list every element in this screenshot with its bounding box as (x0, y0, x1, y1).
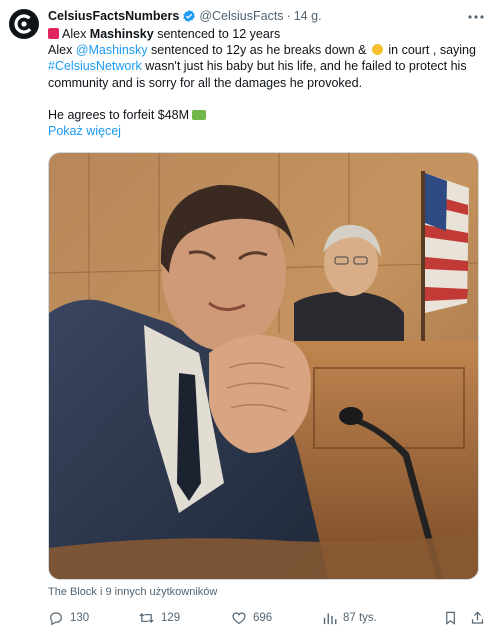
tweet-paragraph-2: He agrees to forfeit $48M (48, 107, 485, 123)
verified-badge-icon (183, 9, 196, 23)
tweet-card[interactable]: CelsiusFactsNumbers @CelsiusFacts · 14 g… (0, 0, 499, 635)
repost-icon (139, 613, 154, 623)
tweet-actions-bar: 130 129 696 87 tys. (48, 608, 485, 628)
views-count: 87 tys. (343, 612, 377, 624)
tweet-time[interactable]: 14 g. (294, 9, 322, 23)
p1-text-b: sentenced to 12y as he breaks down & (147, 43, 370, 58)
courtroom-illustration (49, 153, 478, 579)
avatar[interactable] (9, 9, 39, 39)
share-icon[interactable] (470, 610, 485, 626)
p1-text-d: saying (436, 43, 476, 58)
more-dots-icon[interactable] (465, 10, 487, 24)
tweet-headline: Alex Mashinsky sentenced to 12 years (48, 26, 485, 42)
headline-bold-name: Mashinsky (89, 27, 154, 41)
show-more-link[interactable]: Pokaż więcej (48, 124, 121, 138)
heart-icon (232, 612, 246, 625)
headline-prefix: Alex (62, 27, 90, 41)
crying-emoji-icon (371, 44, 383, 56)
repost-button[interactable]: 129 (138, 610, 231, 626)
tweet-paragraph-1: Alex @Mashinsky sentenced to 12y as he b… (48, 42, 485, 91)
separator-dot: · (286, 9, 291, 23)
p2-text: He agrees to forfeit $48M (48, 107, 190, 122)
like-button[interactable]: 696 (231, 610, 322, 626)
tweet-image[interactable] (48, 152, 479, 580)
celsius-logo-icon (14, 14, 34, 34)
author-name[interactable]: CelsiusFactsNumbers (48, 9, 179, 23)
money-emoji-icon (192, 109, 207, 120)
right-actions (443, 610, 485, 626)
author-handle[interactable]: @CelsiusFacts (199, 9, 283, 23)
tagged-users-link[interactable]: The Block i 9 innych użytkowników (48, 586, 217, 598)
reply-icon (50, 612, 62, 626)
reply-button[interactable]: 130 (48, 610, 138, 626)
mention-link[interactable]: @Mashinsky (76, 43, 148, 57)
views-chart-icon (323, 613, 337, 624)
reply-count: 130 (70, 612, 90, 624)
p1-text-a: Alex (48, 43, 76, 58)
tweet-text: Alex Mashinsky sentenced to 12 years Ale… (48, 26, 485, 139)
views-button[interactable]: 87 tys. (322, 611, 422, 626)
bookmark-icon[interactable] (443, 610, 458, 626)
siren-emoji-icon (48, 28, 59, 39)
p1-text-c: in court , (384, 43, 437, 58)
tweet-header: CelsiusFactsNumbers @CelsiusFacts · 14 g… (48, 7, 487, 25)
repost-count: 129 (161, 612, 181, 624)
headline-suffix: sentenced to 12 years (153, 27, 281, 41)
hashtag-link[interactable]: #CelsiusNetwork (48, 59, 142, 73)
like-count: 696 (253, 612, 273, 624)
